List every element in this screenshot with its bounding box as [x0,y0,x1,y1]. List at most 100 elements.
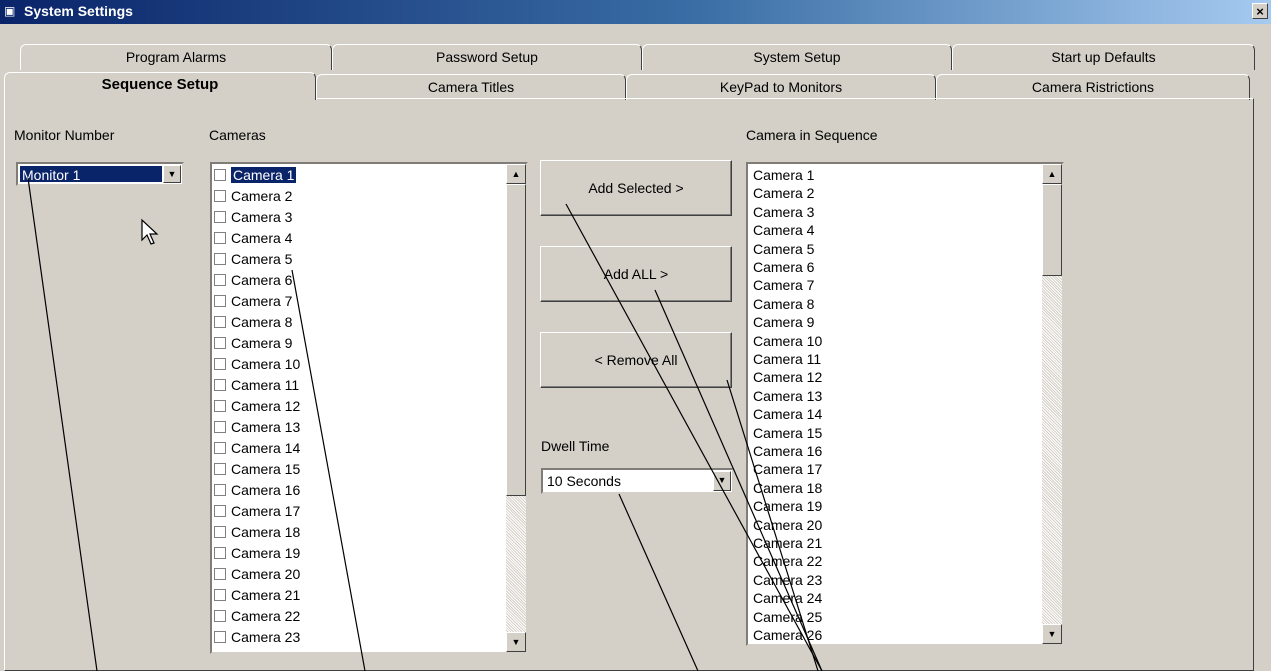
sequence-list-item[interactable]: Camera 18 [753,479,822,497]
sequence-list-item[interactable]: Camera 7 [753,276,814,294]
camera-list-item[interactable]: Camera 7 [214,292,292,310]
camera-checkbox[interactable] [214,211,226,223]
tab-keypad-to-monitors[interactable]: KeyPad to Monitors [626,74,936,100]
camera-list-item[interactable]: Camera 18 [214,523,300,541]
camera-list-item[interactable]: Camera 17 [214,502,300,520]
camera-list-item[interactable]: Camera 12 [214,397,300,415]
camera-list-item[interactable]: Camera 1 [214,166,297,184]
sequence-list-item[interactable]: Camera 4 [753,221,814,239]
camera-list-item[interactable]: Camera 19 [214,544,300,562]
camera-checkbox[interactable] [214,610,226,622]
sequence-list-item[interactable]: Camera 20 [753,516,822,534]
sequence-list-item[interactable]: Camera 22 [753,552,822,570]
chevron-down-icon[interactable]: ▼ [713,471,731,491]
camera-checkbox[interactable] [214,379,226,391]
tab-camera-titles[interactable]: Camera Titles [316,74,626,100]
sequence-list-item[interactable]: Camera 2 [753,184,814,202]
cameras-scroll-thumb[interactable] [506,184,526,496]
camera-checkbox[interactable] [214,253,226,265]
camera-list-item[interactable]: Camera 5 [214,250,292,268]
sequence-list-item[interactable]: Camera 14 [753,405,822,423]
tab-system-setup[interactable]: System Setup [642,44,952,70]
camera-list-item[interactable]: Camera 23 [214,628,300,646]
camera-checkbox[interactable] [214,421,226,433]
close-button[interactable]: × [1252,3,1268,19]
camera-list-item[interactable]: Camera 21 [214,586,300,604]
tab-camera-restrictions[interactable]: Camera Ristrictions [936,74,1250,100]
camera-list-item[interactable]: Camera 6 [214,271,292,289]
add-selected-button[interactable]: Add Selected > [540,160,732,216]
scroll-up-icon[interactable]: ▲ [506,164,526,184]
scroll-down-icon[interactable]: ▼ [506,632,526,652]
sequence-list-item[interactable]: Camera 21 [753,534,822,552]
camera-checkbox[interactable] [214,337,226,349]
remove-all-button[interactable]: < Remove All [540,332,732,388]
sequence-list-item[interactable]: Camera 19 [753,497,822,515]
camera-list-item[interactable]: Camera 4 [214,229,292,247]
camera-checkbox[interactable] [214,505,226,517]
sequence-list-item[interactable]: Camera 8 [753,295,814,313]
camera-list-item[interactable]: Camera 3 [214,208,292,226]
sequence-scroll-thumb[interactable] [1042,184,1062,276]
camera-list-item[interactable]: Camera 2 [214,187,292,205]
camera-checkbox[interactable] [214,316,226,328]
camera-list-item[interactable]: Camera 11 [214,376,299,394]
camera-checkbox[interactable] [214,568,226,580]
cameras-list[interactable]: Camera 23 Camera 22 Camera 21 Camera 20 Came… [210,162,528,654]
sequence-list-item[interactable]: Camera 10 [753,332,822,350]
sequence-list[interactable]: Camera 26 Camera 25 Camera 24 Camera 23 Came… [746,162,1064,646]
tab-program-alarms[interactable]: Program Alarms [20,44,332,70]
tab-password-setup[interactable]: Password Setup [332,44,642,70]
camera-list-item[interactable]: Camera 10 [214,355,300,373]
camera-list-item[interactable]: Camera 16 [214,481,300,499]
tab-sequence-setup[interactable]: Sequence Setup [4,72,316,100]
camera-checkbox[interactable] [214,463,226,475]
sequence-list-item[interactable]: Camera 13 [753,387,822,405]
camera-list-item[interactable]: Camera 13 [214,418,300,436]
camera-checkbox[interactable] [214,484,226,496]
scroll-down-icon[interactable]: ▼ [1042,624,1062,644]
sequence-list-item[interactable]: Camera 15 [753,424,822,442]
camera-checkbox[interactable] [214,190,226,202]
camera-list-item[interactable]: Camera 9 [214,334,292,352]
camera-item-label: Camera 22 [231,608,301,624]
add-all-button[interactable]: Add ALL > [540,246,732,302]
monitor-number-combo[interactable]: Monitor 1 ▼ [16,162,184,186]
tab-startup-defaults[interactable]: Start up Defaults [952,44,1255,70]
camera-checkbox[interactable] [214,295,226,307]
camera-checkbox[interactable] [214,232,226,244]
camera-list-item[interactable]: Camera 8 [214,313,292,331]
camera-checkbox[interactable] [214,631,226,643]
dwell-time-combo[interactable]: 10 Seconds ▼ [541,468,734,494]
camera-list-item[interactable]: Camera 20 [214,565,300,583]
camera-checkbox[interactable] [214,274,226,286]
cameras-scrollbar[interactable]: ▲ ▼ [506,164,526,652]
sequence-list-item[interactable]: Camera 11 [753,350,821,368]
cameras-label: Cameras [209,127,266,143]
camera-checkbox[interactable] [214,442,226,454]
sequence-list-item[interactable]: Camera 25 [753,608,822,626]
sequence-list-item[interactable]: Camera 6 [753,258,814,276]
camera-list-item[interactable]: Camera 22 [214,607,300,625]
sequence-list-item[interactable]: Camera 3 [753,203,814,221]
camera-list-item[interactable]: Camera 14 [214,439,300,457]
sequence-list-item[interactable]: Camera 1 [753,166,814,184]
sequence-list-item[interactable]: Camera 24 [753,589,822,607]
camera-list-item[interactable]: Camera 15 [214,460,300,478]
camera-checkbox[interactable] [214,589,226,601]
sequence-list-item[interactable]: Camera 23 [753,571,822,589]
sequence-list-item[interactable]: Camera 5 [753,240,814,258]
camera-checkbox[interactable] [214,547,226,559]
sequence-list-item[interactable]: Camera 9 [753,313,814,331]
camera-checkbox[interactable] [214,358,226,370]
sequence-scrollbar[interactable]: ▲ ▼ [1042,164,1062,644]
sequence-list-item[interactable]: Camera 16 [753,442,822,460]
camera-checkbox[interactable] [214,169,226,181]
sequence-list-item[interactable]: Camera 26 [753,626,822,644]
sequence-list-item[interactable]: Camera 12 [753,368,822,386]
chevron-down-icon[interactable]: ▼ [163,165,181,183]
scroll-up-icon[interactable]: ▲ [1042,164,1062,184]
sequence-list-item[interactable]: Camera 17 [753,460,822,478]
camera-checkbox[interactable] [214,526,226,538]
camera-checkbox[interactable] [214,400,226,412]
